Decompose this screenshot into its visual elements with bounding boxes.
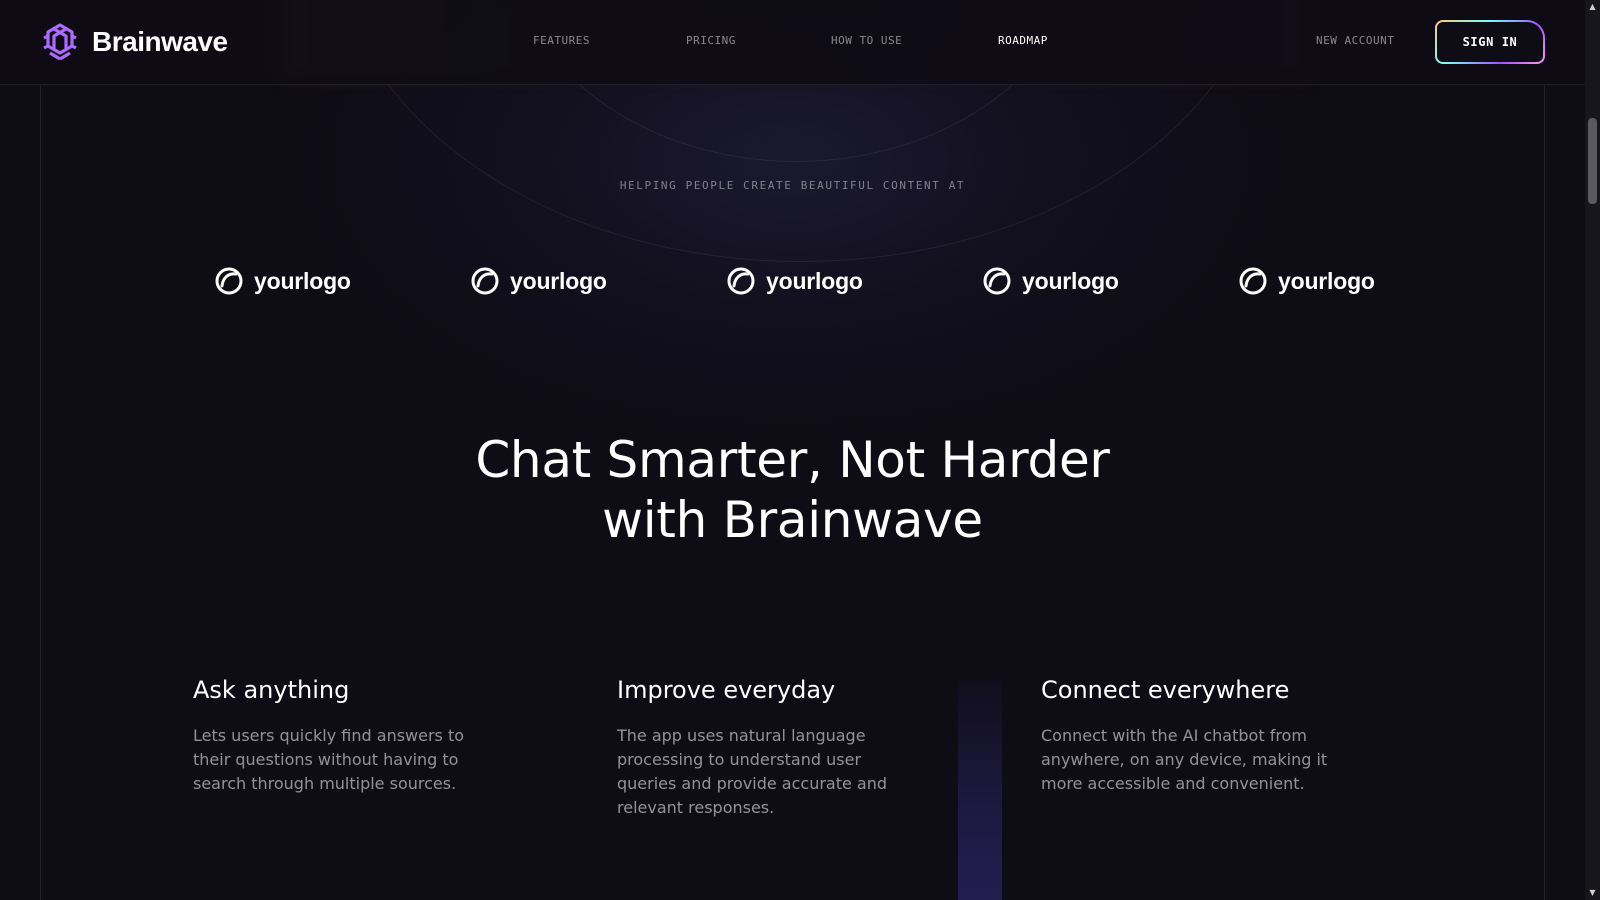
client-logo: yourlogo (982, 266, 1119, 296)
client-logo-text: yourlogo (510, 267, 607, 294)
scrollbar-thumb[interactable] (1588, 118, 1597, 204)
client-logo: yourlogo (726, 266, 863, 296)
scroll-up-arrow-icon[interactable]: ▲ (1585, 0, 1600, 14)
yourlogo-icon (983, 267, 1011, 295)
site-header: Brainwave FEATURES PRICING HOW TO USE RO… (0, 0, 1585, 85)
benefit-title: Improve everyday (617, 676, 836, 704)
benefits-heading-line-1: Chat Smarter, Not Harder (475, 431, 1110, 489)
sign-in-button[interactable]: SIGN IN (1435, 20, 1545, 64)
client-logo-text: yourlogo (1278, 267, 1375, 294)
scroll-down-arrow-icon[interactable]: ▼ (1585, 886, 1600, 900)
benefit-text: Lets users quickly find answers to their… (193, 726, 465, 793)
benefits-heading-line-2: with Brainwave (602, 491, 983, 549)
benefit-text: Connect with the AI chatbot from anywher… (1041, 726, 1328, 793)
nav-item-features[interactable]: FEATURES (533, 34, 590, 47)
nav-item-roadmap[interactable]: ROADMAP (998, 34, 1048, 47)
nav-item-how-to-use[interactable]: HOW TO USE (831, 34, 902, 47)
client-logo: yourlogo (470, 266, 607, 296)
yourlogo-icon (471, 267, 499, 295)
benefit-card-ask-anything[interactable]: Ask anything Lets users quickly find ans… (193, 676, 493, 796)
client-logos: yourlogo yourlogo yourlogo yourlogo your… (0, 266, 1585, 306)
benefit-card-improve-everyday[interactable]: Improve everyday The app uses natural la… (617, 676, 917, 820)
client-logo: yourlogo (1238, 266, 1375, 296)
nav-item-pricing[interactable]: PRICING (686, 34, 736, 47)
client-logo-text: yourlogo (254, 267, 351, 294)
benefit-title: Ask anything (193, 676, 350, 704)
yourlogo-icon (727, 267, 755, 295)
benefit-text: The app uses natural language processing… (617, 726, 888, 817)
benefits-heading: Chat Smarter, Not Harder with Brainwave (0, 430, 1585, 550)
hero-tagline: HELPING PEOPLE CREATE BEAUTIFUL CONTENT … (619, 179, 966, 192)
page-scrollbar[interactable]: ▲ ▼ (1585, 0, 1600, 900)
column-glow (958, 680, 1002, 900)
page: Brainwave FEATURES PRICING HOW TO USE RO… (0, 0, 1600, 900)
new-account-link[interactable]: NEW ACCOUNT (1316, 34, 1394, 47)
client-logo-text: yourlogo (1022, 267, 1119, 294)
benefit-title: Connect everywhere (1041, 676, 1290, 704)
client-logo-text: yourlogo (766, 267, 863, 294)
yourlogo-icon (1239, 267, 1267, 295)
yourlogo-icon (215, 267, 243, 295)
client-logo: yourlogo (214, 266, 351, 296)
benefit-card-connect-everywhere[interactable]: Connect everywhere Connect with the AI c… (1041, 676, 1341, 796)
